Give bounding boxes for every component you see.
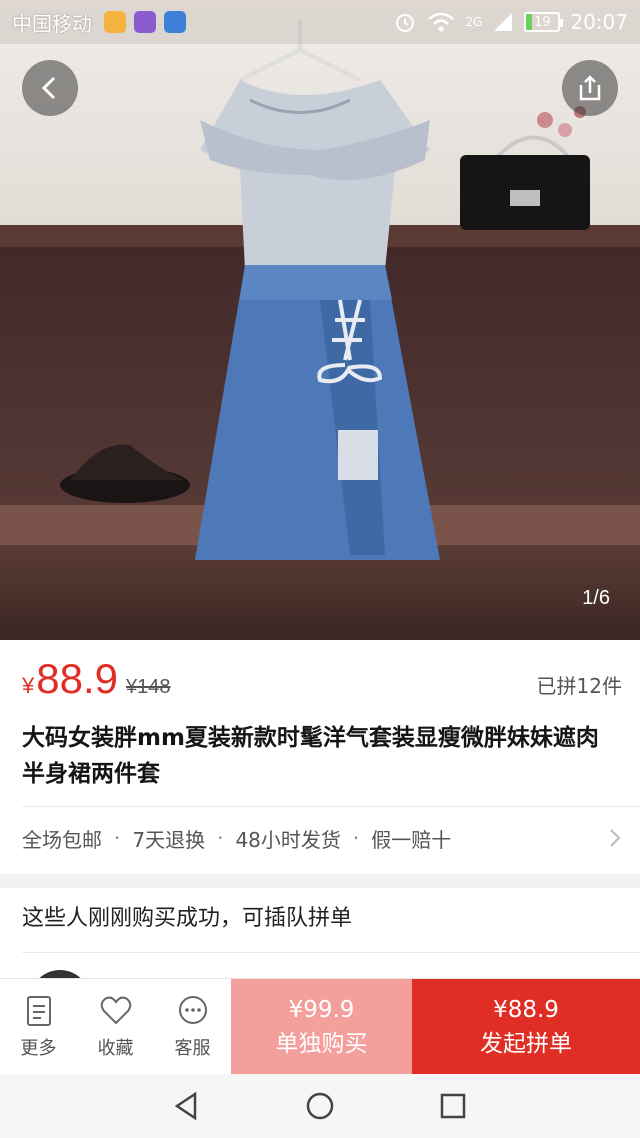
network-type: 2G bbox=[465, 15, 483, 29]
carrier-name: 中国移动 bbox=[12, 11, 92, 36]
separator-dot: · bbox=[114, 826, 121, 850]
back-button[interactable] bbox=[22, 60, 78, 116]
separator-dot: · bbox=[217, 826, 224, 850]
bottom-action-bar: 更多 收藏 客服 ¥99.9 单独购买 ¥88.9 发起拼单 bbox=[0, 978, 640, 1074]
share-button[interactable] bbox=[562, 60, 618, 116]
share-icon bbox=[579, 75, 601, 101]
divider bbox=[22, 806, 640, 807]
list-icon bbox=[26, 995, 51, 1026]
more-label: 更多 bbox=[20, 1037, 57, 1059]
battery-level: 19 bbox=[534, 14, 551, 30]
section-gap bbox=[0, 874, 640, 888]
original-price: ¥148 bbox=[126, 676, 171, 698]
start-group-buy-button[interactable]: ¥88.9 发起拼单 bbox=[412, 979, 640, 1074]
service-item: 假一赔十 bbox=[371, 827, 452, 852]
customer-service-button[interactable]: 客服 bbox=[154, 979, 231, 1074]
service-label: 客服 bbox=[174, 1037, 211, 1059]
wifi-icon bbox=[428, 12, 455, 32]
price-row: ¥ 88.9 ¥148 已拼12件 bbox=[22, 655, 622, 705]
divider bbox=[22, 952, 640, 953]
nav-recents-icon[interactable] bbox=[437, 1090, 469, 1122]
clock: 20:07 bbox=[570, 10, 628, 34]
service-guarantees[interactable]: 全场包邮 · 7天退换 · 48小时发货 · 假一赔十 bbox=[22, 820, 622, 856]
chevron-left-icon bbox=[41, 76, 56, 100]
service-item: 全场包邮 bbox=[22, 827, 102, 852]
nav-home-icon[interactable] bbox=[304, 1090, 336, 1122]
price-currency: ¥ bbox=[22, 673, 35, 698]
group-join-title: 这些人刚刚购买成功，可插队拼单 bbox=[22, 906, 353, 931]
group-price: 88.9 bbox=[36, 655, 118, 702]
gallery-app-icon bbox=[134, 11, 156, 33]
sold-count: 已拼12件 bbox=[536, 674, 622, 698]
service-item: 7天退换 bbox=[132, 827, 206, 852]
more-button[interactable]: 更多 bbox=[0, 979, 77, 1074]
status-bar: 中国移动 2G 19 20:07 bbox=[0, 0, 640, 44]
battery-icon: 19 bbox=[524, 12, 564, 32]
product-image[interactable]: 1/6 bbox=[0, 0, 640, 640]
system-nav-bar bbox=[0, 1074, 640, 1138]
chat-icon bbox=[178, 995, 207, 1024]
outfit-illustration bbox=[60, 20, 590, 560]
heart-icon bbox=[100, 996, 131, 1024]
group-buy-label: 发起拼单 bbox=[480, 1030, 572, 1057]
group-buy-price: ¥88.9 bbox=[493, 996, 559, 1023]
product-title: 大码女装胖mm夏装新款时髦洋气套装显瘦微胖妹妹遮肉半身裙两件套 bbox=[22, 725, 599, 787]
nav-back-icon[interactable] bbox=[171, 1090, 203, 1122]
baidu-app-icon bbox=[164, 11, 186, 33]
service-item: 48小时发货 bbox=[235, 827, 341, 852]
single-buy-price: ¥99.9 bbox=[288, 996, 355, 1023]
favorite-label: 收藏 bbox=[97, 1037, 134, 1059]
favorite-button[interactable]: 收藏 bbox=[77, 979, 154, 1074]
notification-app-icon bbox=[104, 11, 126, 33]
gallery-page-indicator: 1/6 bbox=[582, 587, 610, 609]
single-buy-label: 单独购买 bbox=[275, 1030, 368, 1057]
separator-dot: · bbox=[352, 826, 360, 850]
signal-icon bbox=[494, 13, 513, 31]
alarm-icon bbox=[396, 14, 415, 32]
chevron-right-icon bbox=[610, 829, 621, 847]
buy-alone-button[interactable]: ¥99.9 单独购买 bbox=[231, 979, 412, 1074]
